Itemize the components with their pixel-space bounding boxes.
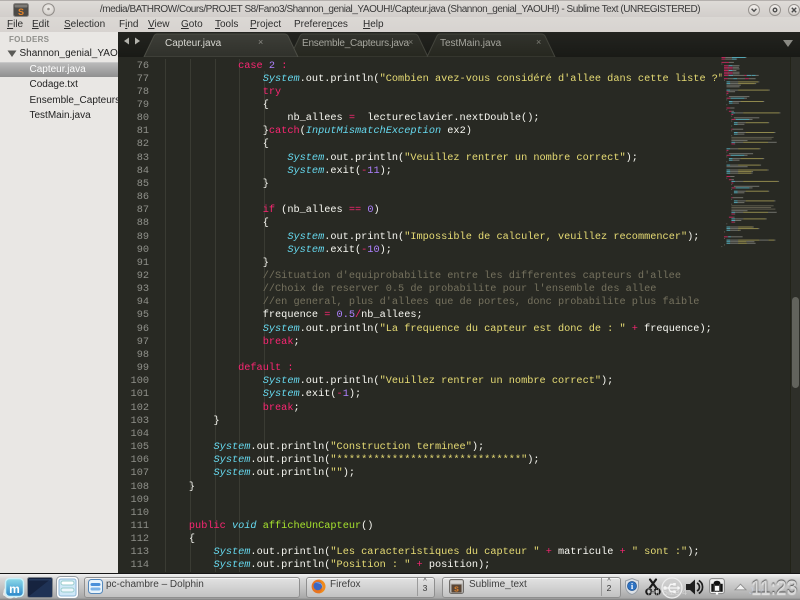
svg-text:m: m (9, 582, 20, 596)
svg-text:S: S (454, 587, 459, 594)
